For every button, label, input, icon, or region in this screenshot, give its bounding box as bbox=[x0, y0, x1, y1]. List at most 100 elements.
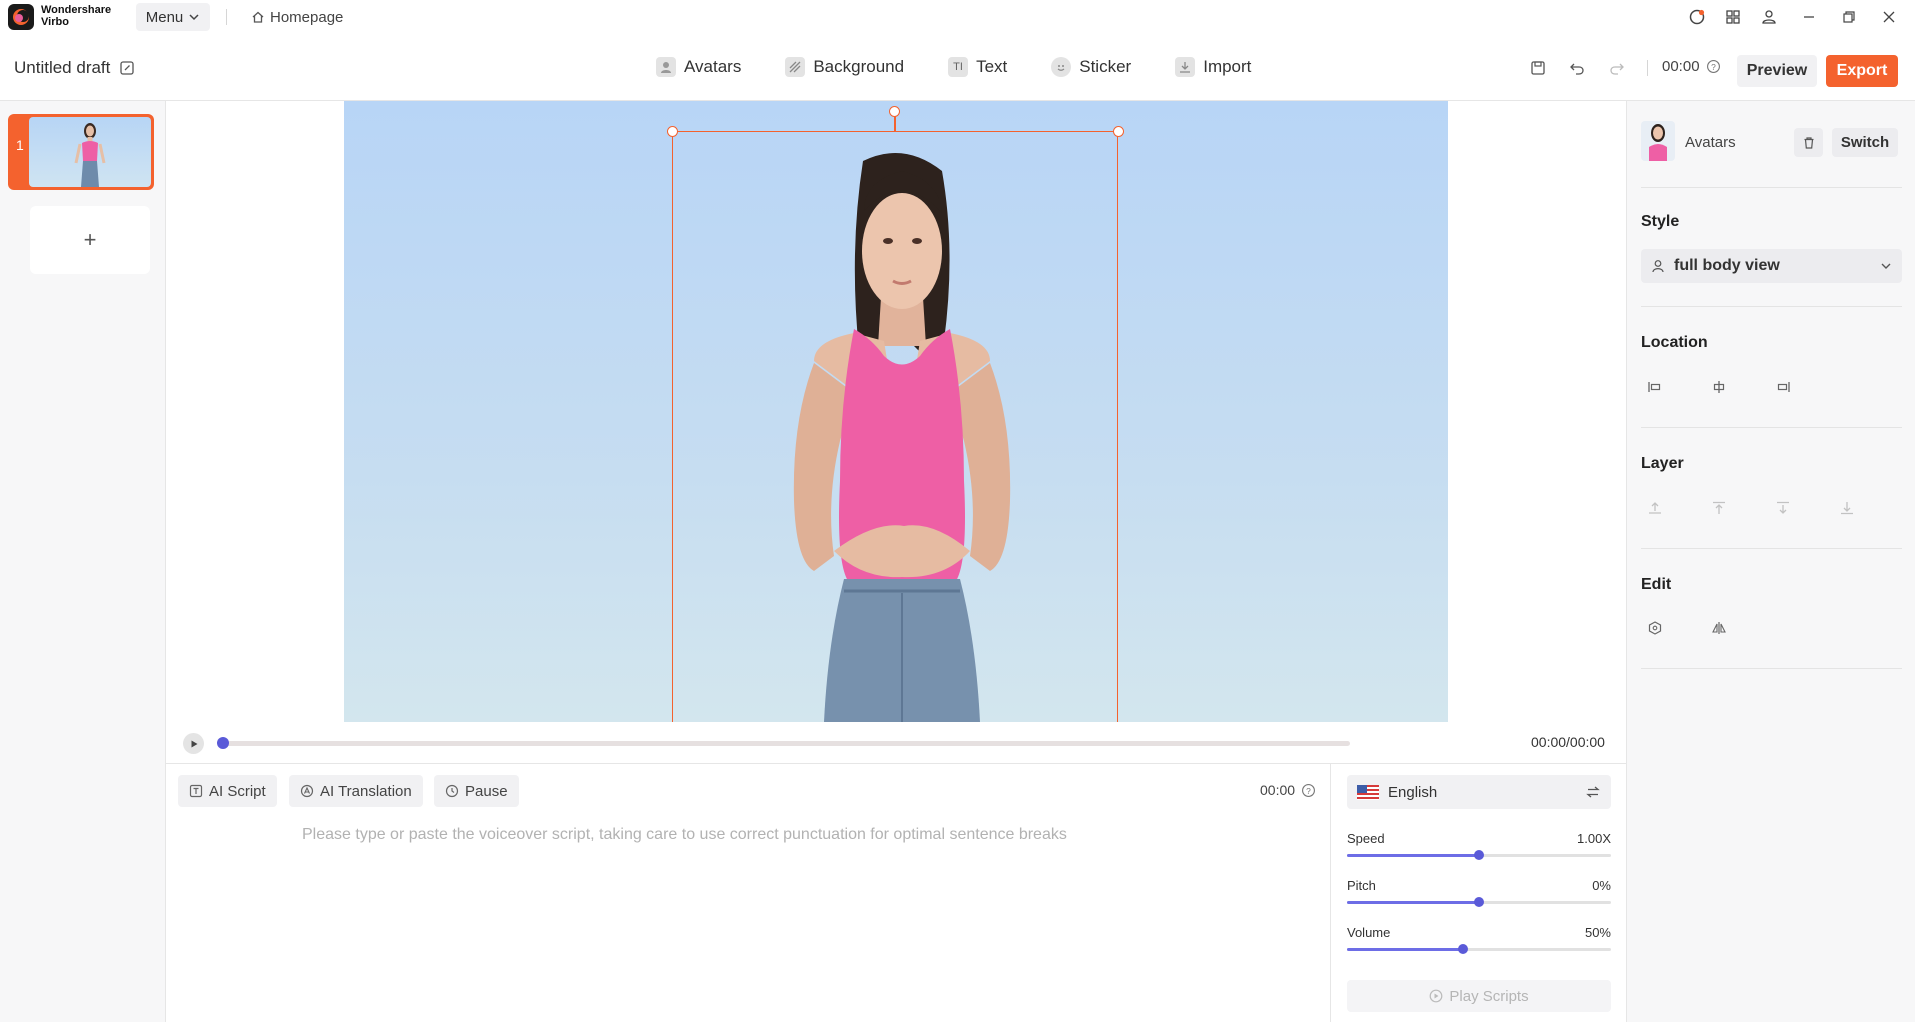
help-icon[interactable]: ? bbox=[1301, 783, 1316, 798]
ai-translation-button[interactable]: AI Translation bbox=[289, 775, 423, 807]
chevron-down-icon bbox=[1881, 263, 1891, 269]
style-section-title: Style bbox=[1641, 213, 1680, 230]
tool-background[interactable]: Background bbox=[785, 57, 904, 77]
bring-forward-icon[interactable] bbox=[1645, 498, 1665, 518]
flip-horizontal-icon[interactable] bbox=[1709, 618, 1729, 638]
brand-name: Wondershare Virbo bbox=[41, 4, 111, 28]
switch-label: Switch bbox=[1840, 134, 1890, 151]
volume-slider-knob[interactable] bbox=[1458, 944, 1469, 954]
preview-button[interactable]: Preview bbox=[1737, 55, 1817, 87]
tool-sticker[interactable]: Sticker bbox=[1051, 57, 1131, 77]
divider bbox=[1647, 60, 1648, 76]
tool-avatars[interactable]: Avatars bbox=[656, 57, 741, 77]
notification-icon[interactable] bbox=[1686, 6, 1708, 28]
add-scene-button[interactable]: + bbox=[30, 206, 150, 274]
play-scripts-button[interactable]: Play Scripts bbox=[1347, 980, 1611, 1012]
delete-button[interactable] bbox=[1794, 128, 1823, 157]
ai-script-label: AI Script bbox=[209, 782, 266, 800]
ai-script-icon bbox=[189, 784, 203, 798]
ai-script-button[interactable]: AI Script bbox=[178, 775, 277, 807]
export-button[interactable]: Export bbox=[1826, 55, 1898, 87]
timeline-time: 00:00/00:00 bbox=[1531, 734, 1605, 750]
speed-slider-knob[interactable] bbox=[1474, 850, 1484, 860]
volume-label: Volume bbox=[1347, 925, 1391, 940]
send-backward-icon[interactable] bbox=[1773, 498, 1793, 518]
volume-slider[interactable] bbox=[1347, 948, 1611, 951]
timeline-track[interactable] bbox=[218, 741, 1350, 746]
pitch-label: Pitch bbox=[1347, 878, 1376, 893]
speed-label: Speed bbox=[1347, 831, 1385, 846]
swap-icon[interactable] bbox=[1585, 784, 1601, 800]
align-right-icon[interactable] bbox=[1773, 377, 1793, 397]
save-icon[interactable] bbox=[1528, 58, 1548, 78]
tool-label: Sticker bbox=[1079, 57, 1132, 76]
scene-list-panel: 1 + bbox=[0, 101, 166, 1022]
redo-icon[interactable] bbox=[1607, 58, 1627, 78]
divider bbox=[1641, 187, 1902, 188]
us-flag-icon bbox=[1357, 784, 1379, 800]
restore-icon[interactable] bbox=[1838, 6, 1860, 28]
brand-line-1: Wondershare bbox=[41, 4, 112, 16]
scene-thumbnail[interactable]: 1 bbox=[8, 114, 154, 190]
scene-number: 1 bbox=[16, 137, 24, 153]
edit-title-icon[interactable] bbox=[119, 60, 135, 76]
play-icon bbox=[191, 740, 197, 747]
virbo-logo-icon bbox=[8, 4, 34, 30]
editor-toolbar: Untitled draft Avatars Background TI Tex… bbox=[0, 34, 1915, 101]
script-textarea[interactable]: Please type or paste the voiceover scrip… bbox=[302, 826, 1067, 844]
resize-handle-top-left[interactable] bbox=[667, 126, 678, 137]
script-duration: 00:00 ? bbox=[1260, 782, 1316, 798]
close-icon[interactable] bbox=[1878, 6, 1900, 28]
voice-settings-panel: English Speed 1.00X Pitch 0% Volume 50% … bbox=[1330, 763, 1626, 1022]
rotate-handle[interactable] bbox=[889, 106, 900, 117]
tool-text[interactable]: TI Text bbox=[948, 57, 1007, 77]
divider bbox=[1641, 427, 1902, 428]
speed-slider-fill bbox=[1347, 854, 1479, 857]
video-canvas[interactable] bbox=[344, 101, 1448, 722]
avatar-icon bbox=[656, 57, 676, 77]
total-duration: 00:00 ? bbox=[1662, 58, 1721, 75]
homepage-link[interactable]: Homepage bbox=[251, 7, 343, 27]
element-tools: Avatars Background TI Text Sticker Impor… bbox=[656, 57, 1251, 77]
pause-button[interactable]: Pause bbox=[434, 775, 519, 807]
selection-frame[interactable] bbox=[672, 131, 1118, 722]
svg-text:?: ? bbox=[1306, 785, 1311, 795]
menu-button[interactable]: Menu bbox=[136, 3, 210, 31]
canvas-workspace: 00:00/00:00 bbox=[166, 101, 1626, 763]
tool-label: Text bbox=[976, 57, 1008, 76]
user-account-icon[interactable] bbox=[1758, 6, 1780, 28]
volume-slider-fill bbox=[1347, 948, 1464, 951]
avatar-thumbnail bbox=[1641, 121, 1675, 161]
divider bbox=[226, 9, 227, 25]
tool-label: Import bbox=[1203, 57, 1252, 76]
send-to-back-icon[interactable] bbox=[1837, 498, 1857, 518]
language-label: English bbox=[1388, 783, 1438, 801]
script-time: 00:00 bbox=[1260, 782, 1296, 798]
undo-icon[interactable] bbox=[1567, 58, 1587, 78]
align-center-icon[interactable] bbox=[1709, 377, 1729, 397]
homepage-label: Homepage bbox=[270, 8, 344, 26]
minimize-icon[interactable] bbox=[1798, 6, 1820, 28]
play-button[interactable] bbox=[183, 733, 204, 754]
style-dropdown[interactable]: full body view bbox=[1641, 249, 1902, 283]
divider bbox=[1641, 306, 1902, 307]
timeline-playhead[interactable] bbox=[217, 737, 229, 749]
resize-handle-top-right[interactable] bbox=[1113, 126, 1124, 137]
help-icon[interactable]: ? bbox=[1706, 59, 1721, 74]
tool-import[interactable]: Import bbox=[1175, 57, 1251, 77]
pitch-slider-knob[interactable] bbox=[1474, 897, 1484, 907]
background-icon bbox=[785, 57, 806, 77]
speed-value: 1.00X bbox=[1577, 831, 1611, 846]
text-icon: TI bbox=[948, 57, 969, 77]
style-value: full body view bbox=[1674, 257, 1780, 274]
hexagon-mask-icon[interactable] bbox=[1645, 618, 1665, 638]
switch-avatar-button[interactable]: Switch bbox=[1832, 128, 1898, 157]
bring-to-front-icon[interactable] bbox=[1709, 498, 1729, 518]
language-selector[interactable]: English bbox=[1347, 775, 1611, 809]
draft-title: Untitled draft bbox=[14, 58, 135, 78]
align-left-icon[interactable] bbox=[1645, 377, 1665, 397]
home-icon bbox=[252, 11, 264, 23]
apps-grid-icon[interactable] bbox=[1722, 6, 1744, 28]
layer-section-title: Layer bbox=[1641, 455, 1684, 472]
person-icon bbox=[1652, 260, 1664, 273]
